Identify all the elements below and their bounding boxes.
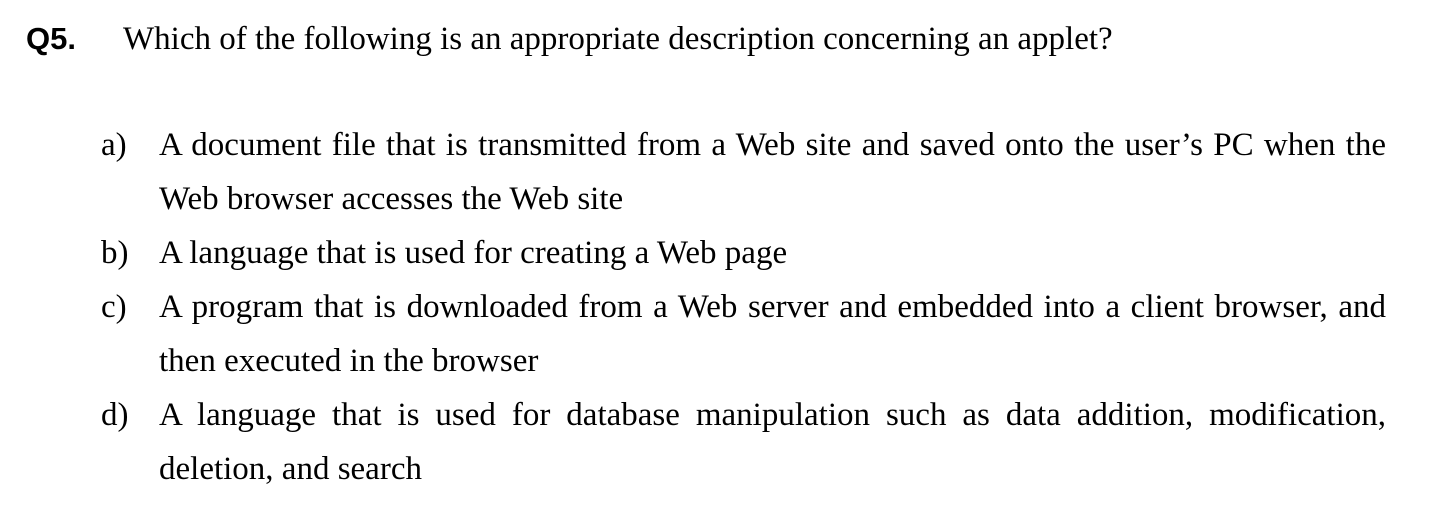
answer-options: a) A document file that is transmitted f… bbox=[101, 118, 1386, 496]
option-label: c) bbox=[101, 289, 127, 325]
option-text: A document file that is transmitted from… bbox=[159, 127, 1386, 217]
option-text: A program that is downloaded from a Web … bbox=[159, 289, 1386, 379]
option-label: a) bbox=[101, 127, 127, 163]
question-header: Q5. Which of the following is an appropr… bbox=[26, 14, 1410, 64]
option-label: d) bbox=[101, 397, 129, 433]
option-d: d) A language that is used for database … bbox=[101, 388, 1386, 496]
question-block: Q5. Which of the following is an appropr… bbox=[26, 14, 1410, 64]
option-label: b) bbox=[101, 235, 129, 271]
option-b: b) A language that is used for creating … bbox=[101, 226, 1386, 280]
option-text: A language that is used for creating a W… bbox=[159, 235, 788, 271]
option-a: a) A document file that is transmitted f… bbox=[101, 118, 1386, 226]
option-c: c) A program that is downloaded from a W… bbox=[101, 280, 1386, 388]
option-text: A language that is used for database man… bbox=[159, 397, 1386, 487]
question-number: Q5. bbox=[26, 21, 76, 56]
question-text: Which of the following is an appropriate… bbox=[123, 21, 1113, 57]
